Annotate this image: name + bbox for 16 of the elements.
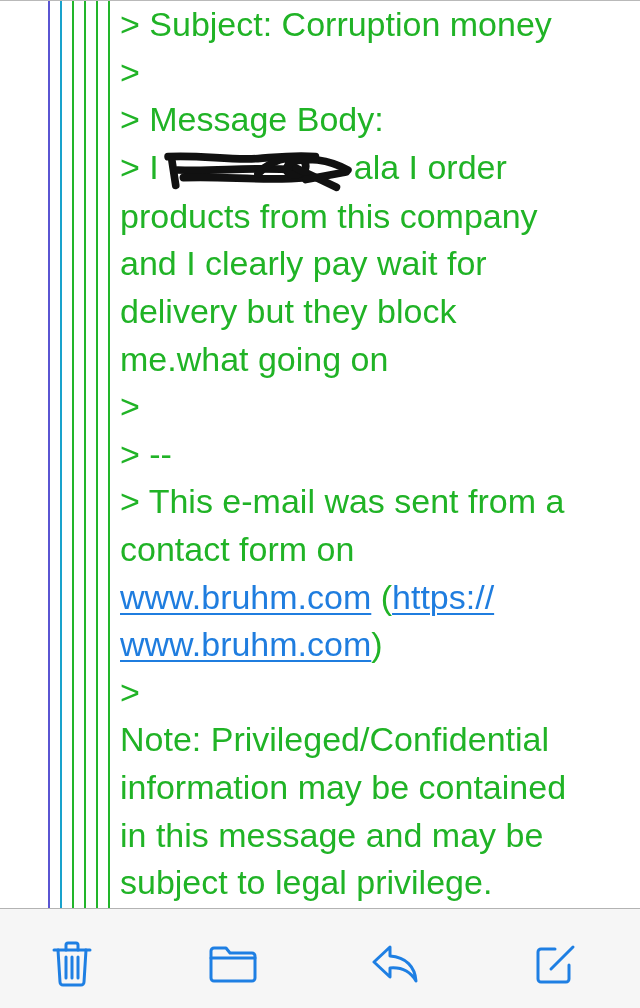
message-text: > Message Body:: [120, 99, 385, 141]
message-text: >: [120, 386, 141, 428]
website-link[interactable]: www.bruhm.com: [120, 577, 372, 616]
message-text: > Subject: Corruption money: [120, 4, 553, 45]
trash-icon: [52, 941, 92, 987]
reply-icon: [371, 945, 418, 983]
message-text: > This e-mail was sent from a contact form on www.bruhm.com (https:// www.bruhm.com): [120, 481, 566, 666]
message-text: Note: Privileged/Confidential information may be contained in this message and may be subject to legal privilege.: [120, 719, 568, 904]
folder-icon: [209, 945, 258, 983]
message-text: > I ala I order products from this company and I clearly pay wait for delivery but they block me.what going on: [120, 146, 539, 380]
website-link[interactable]: www.bruhm.com: [120, 625, 372, 664]
website-link[interactable]: https://: [392, 577, 495, 616]
compose-icon: [535, 943, 577, 985]
message-text: >: [120, 671, 141, 713]
message-text: >: [120, 51, 141, 93]
message-text: > --: [120, 433, 173, 475]
